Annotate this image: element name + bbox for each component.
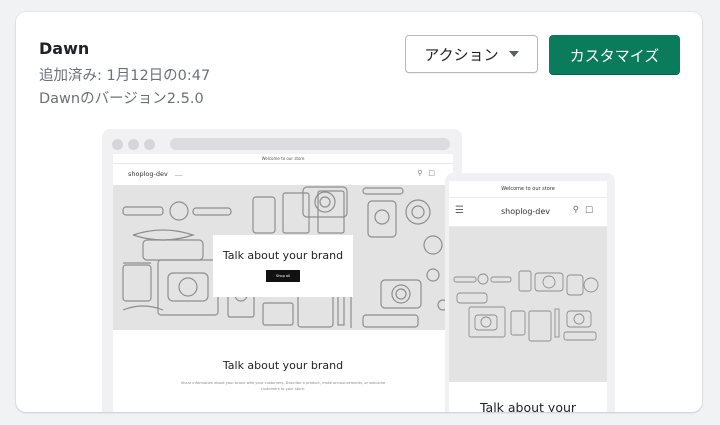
window-dot [144,139,155,150]
cart-icon: □ [428,169,441,177]
theme-card: Dawn 追加済み: 1月12日の0:47 Dawnのバージョン2.5.0 アク… [16,12,702,412]
caret-down-icon [508,51,519,57]
store-header: shoplog-dev ___ ⚲□ [113,164,453,186]
customize-button-label: カスタマイズ [569,46,660,65]
address-bar [170,138,450,150]
mobile-product-illustration [453,270,599,342]
desktop-store-page: Welcome to our store shoplog-dev ___ ⚲□ [113,154,453,412]
cart-icon: □ [584,205,599,215]
announcement-bar: Welcome to our store [113,154,453,164]
search-icon: ⚲ [572,205,585,215]
customize-button[interactable]: カスタマイズ [549,35,680,75]
window-dot [112,139,123,150]
store-logo: shoplog-dev [128,170,168,178]
hero-title: Talk about your brand [222,249,344,262]
actions-button-label: アクション [424,45,499,64]
hero-shop-button: Shop all [265,270,300,282]
theme-name: Dawn [39,39,90,58]
hero-banner: Talk about your brand Shop all [113,185,453,330]
mobile-preview[interactable]: Welcome to our store ☰ shoplog-dev ⚲□ Ta… [445,173,615,412]
actions-dropdown-button[interactable]: アクション [405,35,538,73]
section-title: Talk about your brand [222,359,344,372]
theme-version: Dawnのバージョン2.5.0 [39,91,204,107]
mobile-store-page: Welcome to our store ☰ shoplog-dev ⚲□ Ta… [449,181,607,412]
search-icon: ⚲ [417,169,429,177]
mobile-store-header: ☰ shoplog-dev ⚲□ [449,198,607,227]
mobile-section-title: Talk about your [479,400,577,412]
window-dot [128,139,139,150]
section-text: Share information about your brand with … [180,381,386,391]
mobile-announcement-bar: Welcome to our store [449,181,607,198]
store-nav: ___ [175,170,183,176]
mobile-hero-banner [449,227,607,382]
mobile-store-logo: shoplog-dev [501,207,551,216]
theme-added-date: 追加済み: 1月12日の0:47 [39,68,211,84]
menu-icon: ☰ [455,205,464,216]
desktop-preview[interactable]: Welcome to our store shoplog-dev ___ ⚲□ [102,129,462,412]
hero-text-card: Talk about your brand Shop all [213,235,353,297]
